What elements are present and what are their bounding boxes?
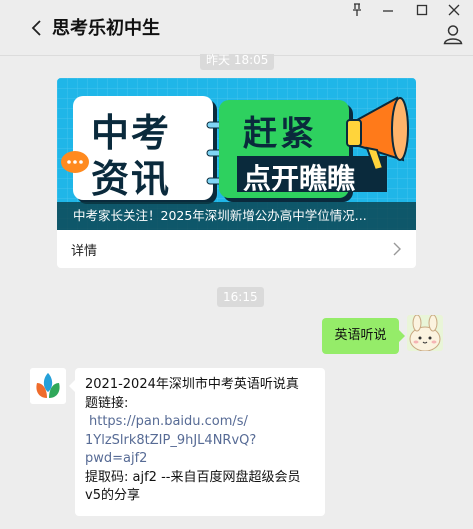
message-text-line: 题链接:	[85, 395, 129, 411]
banner-text-right-1: 赶紧	[243, 114, 317, 154]
timestamp-chip: 昨天 18:05	[200, 50, 275, 70]
maximize-icon[interactable]	[413, 3, 431, 17]
close-icon[interactable]	[445, 3, 463, 17]
message-text-line: v5的分享	[85, 488, 140, 503]
details-label: 详情	[71, 244, 98, 259]
chat-title: 思考乐初中生	[52, 18, 160, 39]
message-text-line: 2021-2024年深圳市中考英语听说真	[85, 377, 299, 392]
self-avatar[interactable]	[407, 315, 443, 351]
incoming-message-bubble[interactable]: 2021-2024年深圳市中考英语听说真 题链接: https://pan.ba…	[69, 368, 325, 516]
title-bar: 思考乐初中生	[0, 0, 473, 56]
timestamp-chip: 16:15	[217, 287, 264, 307]
banner-text-left-2: 资讯	[91, 157, 172, 201]
message-text-line: 提取码: ajf2 --来自百度网盘超级会员	[85, 469, 301, 485]
share-link[interactable]: 1YlzSlrk8tZIP_9hJL4NRvQ?	[85, 432, 315, 451]
share-link[interactable]: https://pan.baidu.com/s/	[85, 413, 315, 432]
outgoing-message-bubble[interactable]: 英语听说	[322, 318, 405, 354]
minimize-icon[interactable]	[379, 3, 397, 17]
user-profile-icon[interactable]	[442, 23, 464, 45]
pin-icon[interactable]	[348, 3, 366, 17]
chevron-right-icon	[393, 242, 401, 256]
sender-avatar[interactable]	[30, 368, 66, 404]
leaf-logo-icon	[30, 368, 66, 404]
article-caption: 中考家长关注！2025年深圳新增公办高中学位情况...	[57, 202, 416, 230]
article-footer[interactable]: 详情	[57, 230, 416, 268]
share-link[interactable]: pwd=ajf2	[85, 450, 315, 469]
article-card[interactable]: 中考 资讯 赶紧 点开瞧瞧 中考家长关注！2025年深圳新增公办高中学位情况..…	[57, 78, 416, 268]
back-arrow-icon[interactable]	[28, 17, 46, 39]
chat-window: 思考乐初中生 昨天 18:05 思考乐初中生 中考 资讯 赶紧 点开瞧瞧 中考家…	[0, 0, 473, 529]
cartoon-avatar-icon	[407, 315, 443, 351]
banner-text-right-2: 点开瞧瞧	[243, 162, 356, 195]
article-banner[interactable]: 中考 资讯 赶紧 点开瞧瞧 中考家长关注！2025年深圳新增公办高中学位情况..…	[57, 78, 416, 230]
